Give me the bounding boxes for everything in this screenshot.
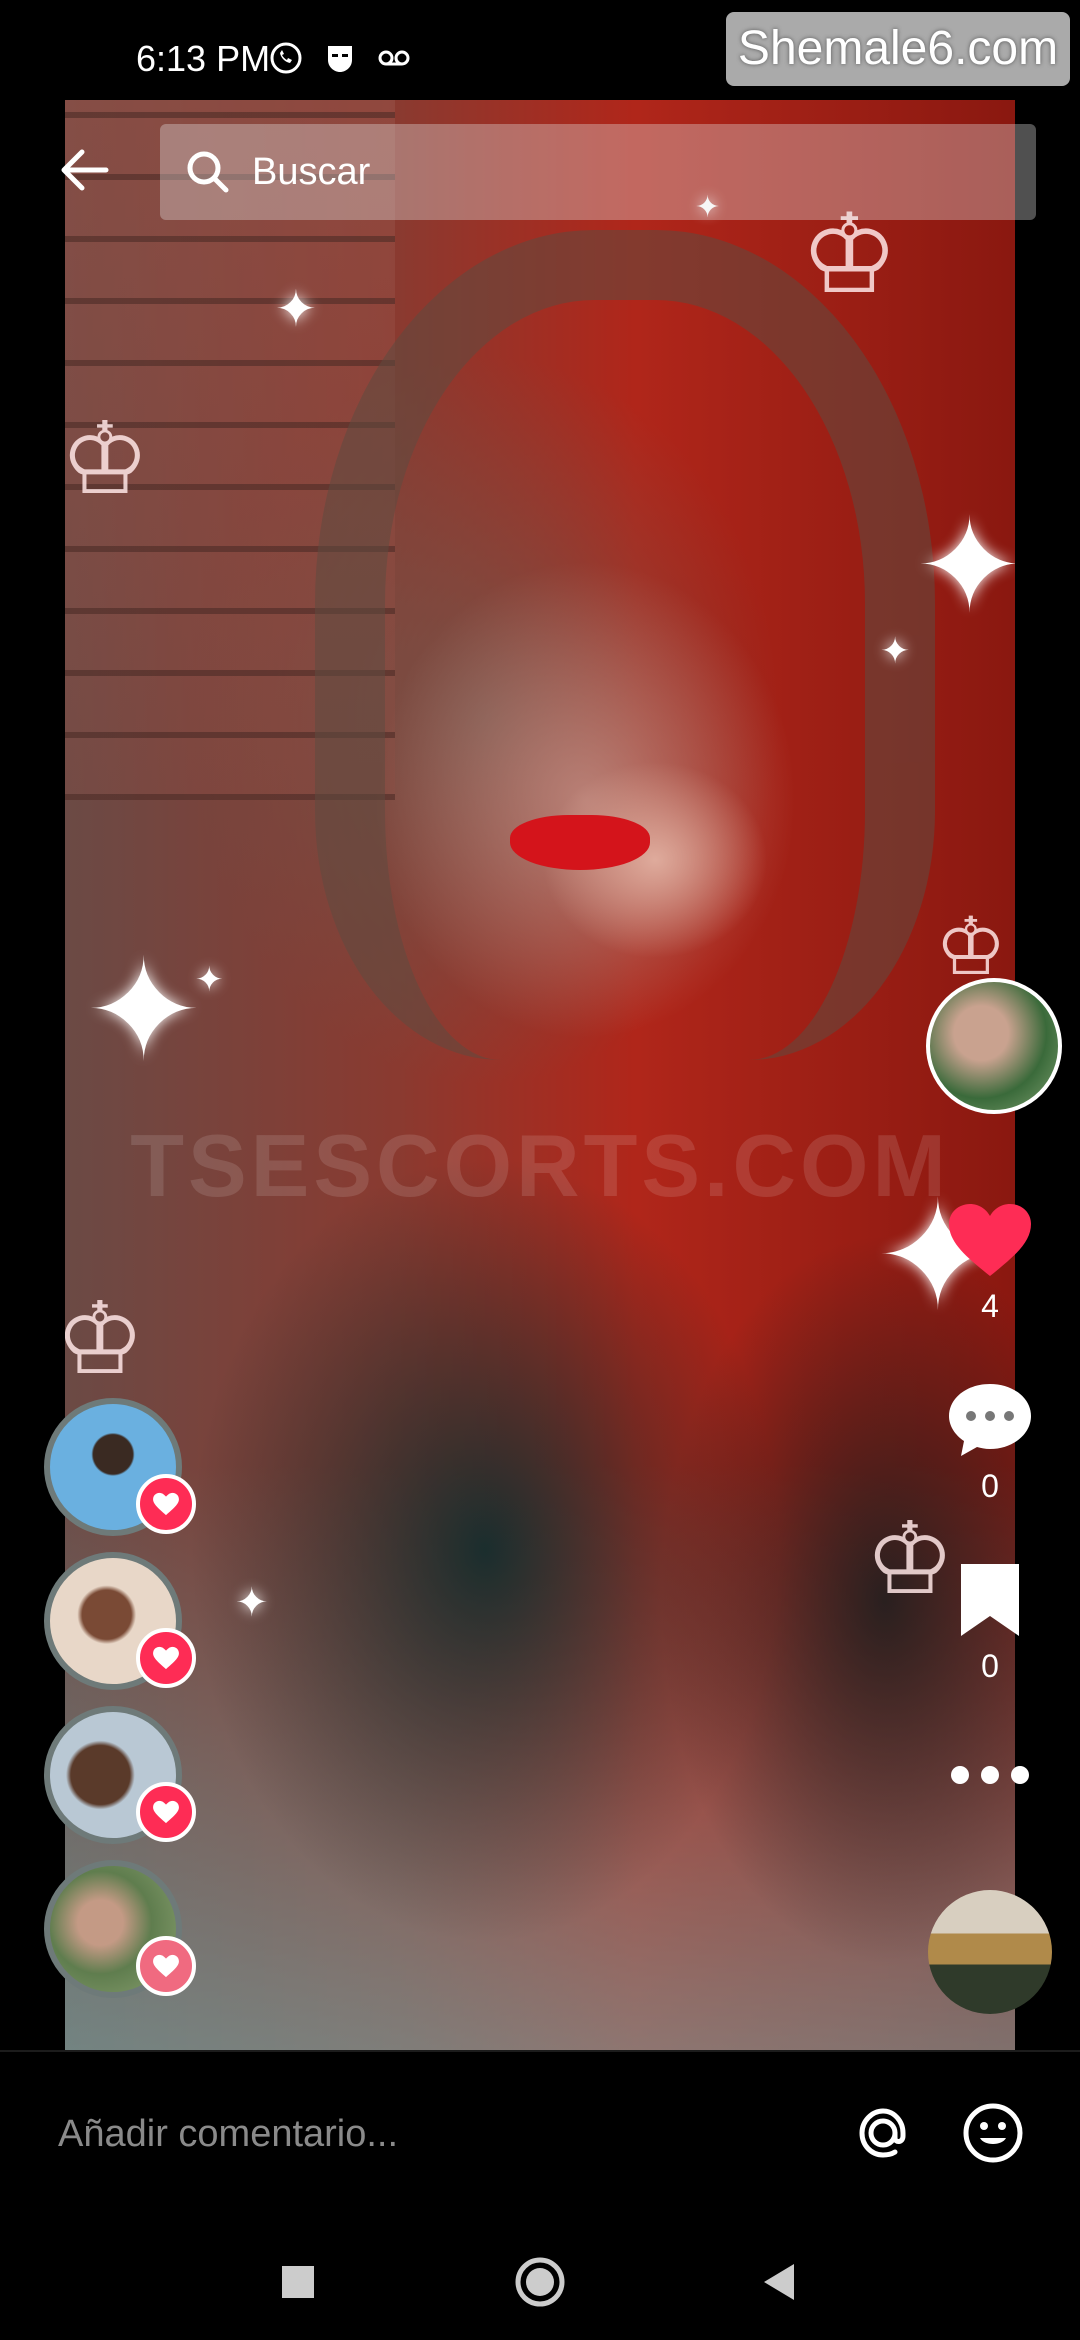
heart-icon [153,1646,179,1670]
sparkle-icon: ✦ [195,961,224,999]
square-icon [282,2266,314,2298]
home-button[interactable] [512,2254,568,2310]
recents-button[interactable] [270,2254,326,2310]
liker-avatar[interactable] [44,1860,196,1998]
comment-count: 0 [981,1468,999,1504]
more-options-button[interactable] [935,1760,1045,1790]
hair-shape [315,230,935,1060]
system-nav-bar [0,2210,1080,2340]
like-count: 4 [981,1288,999,1324]
status-icons [268,40,412,76]
lips-shape [510,815,650,870]
creator-avatar[interactable] [926,978,1062,1114]
save-count: 0 [981,1648,999,1684]
search-icon [187,151,229,193]
site-watermark: Shemale6.com [726,12,1070,86]
sparkle-icon: ✦ [235,1581,269,1625]
grindr-icon [322,40,358,76]
liker-avatar[interactable] [44,1706,196,1844]
back-button[interactable] [54,140,114,200]
sparkle-icon: ✦ [915,493,1015,639]
liked-heart-badge [136,1474,196,1534]
post-image[interactable]: TSESCORTS.COM ♔ ♔ ♔ ♔ ♔ ✦ ✦ ✦ ✦ ✦ ✦ ✦ ✦ [65,100,1015,2050]
liked-heart-badge [136,1936,196,1996]
crown-icon: ♔ [65,403,150,515]
emoji-icon [963,2103,1023,2163]
arrow-left-icon [61,149,109,191]
search-bar[interactable]: Buscar [160,124,1036,220]
emoji-button[interactable] [960,2100,1026,2166]
heart-icon [153,1800,179,1824]
comment-button[interactable]: 0 [935,1380,1045,1505]
liked-heart-badge [136,1628,196,1688]
circle-icon [515,2257,565,2307]
save-button[interactable]: 0 [935,1560,1045,1685]
liked-heart-badge [136,1782,196,1842]
heart-icon [153,1492,179,1516]
comment-icon [949,1384,1031,1456]
bookmark-icon [961,1564,1019,1636]
search-placeholder: Buscar [252,150,371,193]
image-watermark: TSESCORTS.COM [130,1116,950,1215]
comment-bar [0,2050,1080,2212]
sparkle-icon: ✦ [85,932,203,1089]
crown-icon: ♔ [65,1283,145,1395]
liker-avatar[interactable] [44,1552,196,1690]
nav-back-button[interactable] [752,2254,808,2310]
voicemail-icon [376,40,412,76]
whatsapp-icon [268,40,304,76]
status-bar: 6:13 PM Shemale6.com [0,0,1080,100]
triangle-back-icon [764,2264,794,2300]
heart-icon [949,1204,1031,1276]
like-button[interactable]: 4 [935,1200,1045,1325]
liker-avatar[interactable] [44,1398,196,1536]
at-icon [859,2108,906,2158]
status-time: 6:13 PM [136,38,271,79]
sparkle-icon: ✦ [880,630,911,671]
music-disc[interactable] [928,1890,1052,2014]
comment-input[interactable] [56,2112,800,2157]
heart-icon [153,1954,179,1978]
more-dots-icon [951,1766,1029,1784]
mention-button[interactable] [850,2100,916,2166]
sparkle-icon: ✦ [275,281,317,337]
